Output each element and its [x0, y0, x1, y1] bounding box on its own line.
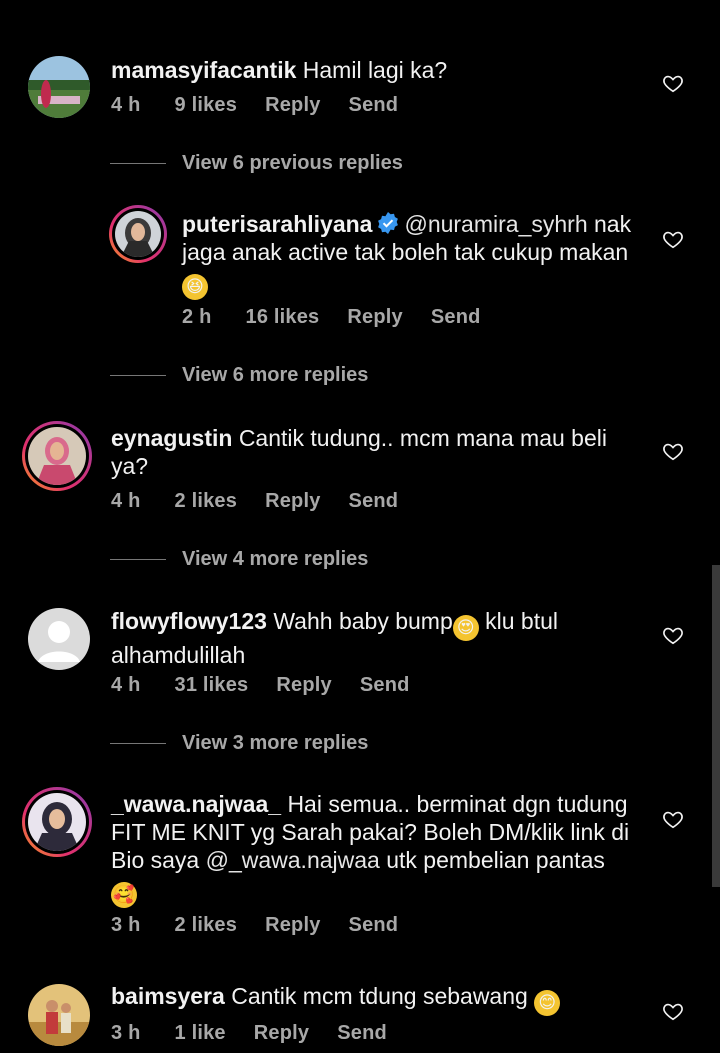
timestamp: 2 h [182, 306, 212, 328]
comment-body: Cantik mcm tdung sebawang [231, 983, 528, 1009]
comment-body-continued: utk pembelian pantas [386, 847, 605, 873]
comment-text: baimsyera Cantik mcm tdung sebawang 😊 [111, 982, 651, 1016]
username[interactable]: baimsyera [111, 983, 225, 1009]
default-avatar-icon[interactable] [28, 608, 90, 670]
comment-text: _wawa.najwaa_ Hai semua.. berminat dgn t… [111, 790, 631, 908]
divider [110, 743, 166, 744]
send-button[interactable]: Send [337, 1022, 387, 1045]
likes-count[interactable]: 9 likes [175, 94, 238, 117]
verified-badge-icon [378, 212, 399, 234]
divider [110, 559, 166, 560]
likes-count[interactable]: 16 likes [246, 306, 320, 329]
likes-count[interactable]: 2 likes [175, 914, 238, 937]
mention-link[interactable]: @nuramira_syhrh [404, 211, 587, 237]
comment-text: mamasyifacantik Hamil lagi ka? [111, 56, 631, 84]
comment-meta: 2 h 16 likes Reply Send [182, 306, 509, 329]
username[interactable]: puterisarahliyana [182, 211, 372, 237]
comment-meta: 3 h 1 like Reply Send [111, 1022, 415, 1045]
laughing-emoji-icon: 😆 [182, 274, 208, 300]
avatar[interactable] [28, 56, 90, 118]
comment-text: eynagustin Cantik tudung.. mcm mana mau … [111, 424, 641, 480]
avatar[interactable] [22, 787, 92, 857]
comment-meta: 4 h 31 likes Reply Send [111, 674, 438, 697]
timestamp: 4 h [111, 94, 141, 116]
comment-body: Wahh baby bump [273, 608, 453, 634]
divider [110, 163, 166, 164]
heart-outline-icon[interactable] [662, 1000, 684, 1022]
send-button[interactable]: Send [349, 94, 399, 117]
comment-meta: 4 h 9 likes Reply Send [111, 94, 426, 117]
comment-body: Hamil lagi ka? [302, 57, 448, 83]
likes-count[interactable]: 2 likes [175, 490, 238, 513]
username[interactable]: mamasyifacantik [111, 57, 296, 83]
view-replies-label[interactable]: View 6 more replies [182, 364, 368, 387]
comment-text: puterisarahliyana @nuramira_syhrh nak jag… [182, 210, 652, 300]
username[interactable]: eynagustin [111, 425, 232, 451]
timestamp: 3 h [111, 914, 141, 936]
heart-outline-icon[interactable] [662, 228, 684, 250]
comment-text: flowyflowy123 Wahh baby bump 😍 klu btul a… [111, 607, 651, 669]
timestamp: 4 h [111, 490, 141, 512]
avatar[interactable] [109, 205, 167, 263]
send-button[interactable]: Send [431, 306, 481, 329]
username[interactable]: flowyflowy123 [111, 608, 267, 634]
smile-emoji-icon: 😊 [534, 990, 561, 1016]
smiling-hearts-emoji-icon: 🥰 [111, 882, 137, 908]
likes-count[interactable]: 1 like [175, 1022, 226, 1045]
timestamp: 4 h [111, 674, 141, 696]
view-replies-row[interactable]: View 6 previous replies [110, 152, 403, 175]
timestamp: 3 h [111, 1022, 141, 1044]
heart-outline-icon[interactable] [662, 440, 684, 462]
comment-meta: 3 h 2 likes Reply Send [111, 914, 426, 937]
view-replies-row[interactable]: View 6 more replies [110, 364, 368, 387]
username[interactable]: _wawa.najwaa_ [111, 791, 281, 817]
reply-button[interactable]: Reply [254, 1022, 309, 1045]
heart-outline-icon[interactable] [662, 72, 684, 94]
avatar[interactable] [22, 421, 92, 491]
heart-outline-icon[interactable] [662, 808, 684, 830]
reply-button[interactable]: Reply [265, 94, 320, 117]
reply-button[interactable]: Reply [347, 306, 402, 329]
mention-link[interactable]: @_wawa.najwaa [206, 847, 380, 873]
view-replies-row[interactable]: View 3 more replies [110, 732, 368, 755]
send-button[interactable]: Send [349, 914, 399, 937]
reply-button[interactable]: Reply [265, 490, 320, 513]
reply-button[interactable]: Reply [276, 674, 331, 697]
heart-outline-icon[interactable] [662, 624, 684, 646]
view-replies-row[interactable]: View 4 more replies [110, 548, 368, 571]
heart-eyes-emoji-icon: 😍 [452, 615, 479, 641]
comment-meta: 4 h 2 likes Reply Send [111, 490, 426, 513]
send-button[interactable]: Send [360, 674, 410, 697]
divider [110, 375, 166, 376]
view-replies-label[interactable]: View 3 more replies [182, 732, 368, 755]
scrollbar[interactable] [712, 565, 720, 887]
send-button[interactable]: Send [349, 490, 399, 513]
reply-button[interactable]: Reply [265, 914, 320, 937]
likes-count[interactable]: 31 likes [175, 674, 249, 697]
view-replies-label[interactable]: View 6 previous replies [182, 152, 403, 175]
view-replies-label[interactable]: View 4 more replies [182, 548, 368, 571]
avatar[interactable] [28, 984, 90, 1046]
